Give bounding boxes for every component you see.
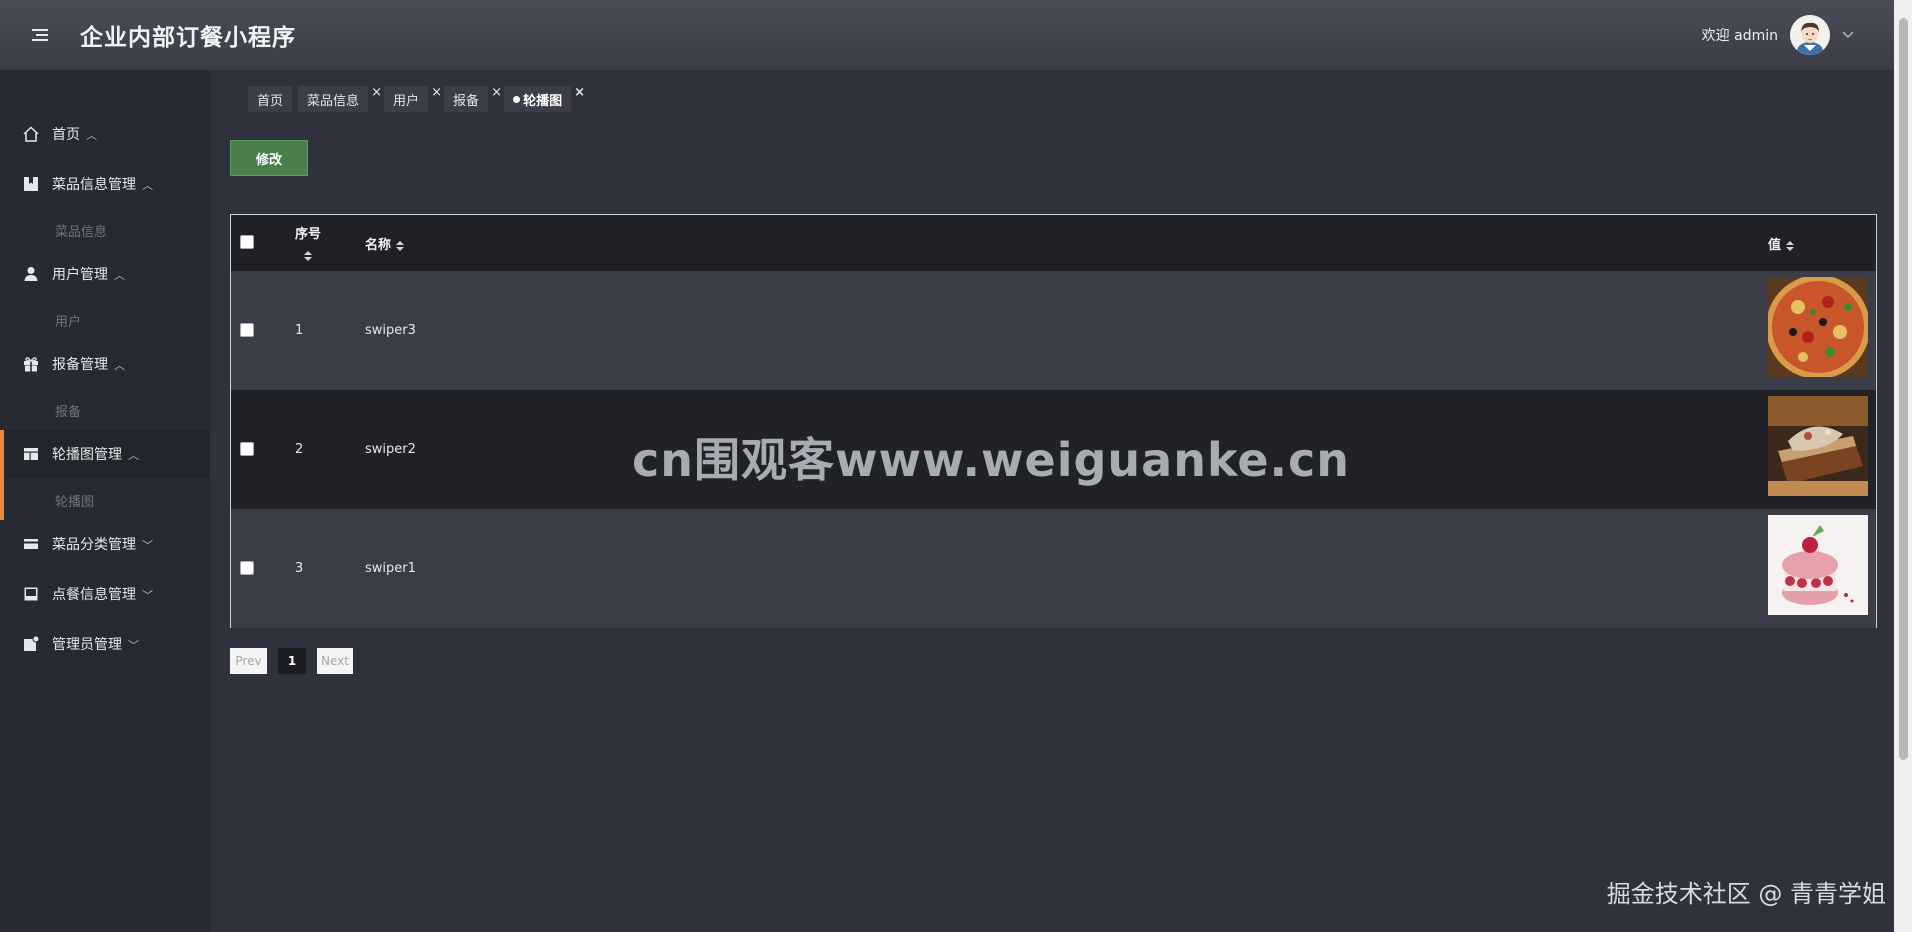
sidebar-subitem-users[interactable]: 用户: [55, 311, 81, 330]
chevron-up-icon: ︿: [142, 179, 153, 192]
tab-label: 用户: [393, 93, 420, 109]
row-name: swiper3: [365, 323, 416, 338]
tab-bar: 首页 菜品信息 × 用户 × 报备 × 轮播图 ×: [248, 85, 585, 112]
close-icon[interactable]: ×: [491, 85, 502, 100]
tab-dish-info[interactable]: 菜品信息 ×: [298, 85, 382, 112]
select-all-checkbox[interactable]: [240, 235, 254, 249]
row-index: 3: [295, 561, 304, 576]
row-index: 2: [295, 442, 304, 457]
tab-label: 轮播图: [523, 93, 563, 109]
sidebar-item-label: 点餐信息管理: [52, 587, 136, 603]
active-dot-icon: [513, 95, 521, 103]
sidebar-item-orders[interactable]: 点餐信息管理 ﹀: [0, 570, 210, 618]
inbox-icon: [24, 587, 38, 601]
sidebar-item-label: 菜品信息管理: [52, 177, 136, 193]
bookmark-icon: [24, 177, 38, 191]
sidebar-item-dish-category[interactable]: 菜品分类管理 ﹀: [0, 520, 210, 568]
sidebar: 首页 ︿ 菜品信息管理 ︿ 菜品信息 用户管理 ︿ 用户 报备管理 ︿ 报备 轮播图管理…: [0, 70, 210, 932]
carousel-table: 序号 名称 值 1 swiper3 2 swiper2 3 swiper1: [230, 214, 1877, 628]
row-checkbox[interactable]: [240, 323, 254, 337]
sidebar-item-dish-info[interactable]: 菜品信息管理 ︿: [0, 160, 210, 208]
column-header-index[interactable]: 序号: [295, 223, 321, 263]
chevron-down-icon: ﹀: [142, 539, 153, 552]
sort-icon[interactable]: [304, 250, 312, 261]
macaron-image[interactable]: [1768, 515, 1868, 615]
sidebar-subitem-carousel[interactable]: 轮播图: [55, 491, 94, 510]
column-label: 名称: [365, 238, 392, 253]
page-number-button[interactable]: 1: [278, 648, 306, 674]
chevron-up-icon: ︿: [114, 359, 125, 372]
app-title: 企业内部订餐小程序: [80, 25, 296, 51]
close-icon[interactable]: ×: [431, 85, 442, 100]
sidebar-item-label: 报备管理: [52, 357, 108, 373]
column-header-value[interactable]: 值: [1768, 234, 1795, 253]
tab-label: 菜品信息: [307, 93, 360, 109]
scrollbar-thumb[interactable]: [1899, 18, 1908, 760]
table-header: 序号 名称 值: [231, 215, 1876, 271]
pizza-image[interactable]: [1768, 277, 1868, 377]
table-icon: [24, 448, 38, 460]
tab-report[interactable]: 报备 ×: [444, 85, 502, 112]
tab-home[interactable]: 首页: [248, 86, 293, 112]
chevron-down-icon: ﹀: [128, 639, 139, 652]
chevron-up-icon: ︿: [86, 129, 97, 142]
sidebar-item-label: 管理员管理: [52, 637, 122, 653]
row-name: swiper1: [365, 561, 416, 576]
sidebar-item-report[interactable]: 报备管理 ︿: [0, 340, 210, 388]
column-header-name[interactable]: 名称: [365, 234, 405, 253]
watermark-corner: 掘金技术社区 @ 青青学姐: [1606, 880, 1886, 908]
sidebar-item-users[interactable]: 用户管理 ︿: [0, 250, 210, 298]
user-menu[interactable]: 欢迎 admin: [1702, 15, 1854, 55]
cake-image[interactable]: [1768, 396, 1868, 496]
row-index: 1: [295, 323, 304, 338]
sidebar-item-label: 菜品分类管理: [52, 537, 136, 553]
welcome-text: 欢迎 admin: [1701, 28, 1778, 44]
tab-users[interactable]: 用户 ×: [384, 85, 442, 112]
row-name: swiper2: [365, 442, 416, 457]
sidebar-subitem-dish-info[interactable]: 菜品信息: [55, 221, 107, 240]
admin-icon: [24, 635, 40, 651]
active-indicator: [0, 430, 4, 520]
next-page-button[interactable]: Next: [317, 648, 353, 674]
table-row[interactable]: 3 swiper1: [231, 509, 1876, 628]
tab-carousel[interactable]: 轮播图 ×: [504, 85, 585, 112]
avatar[interactable]: [1790, 15, 1830, 55]
column-label: 值: [1768, 238, 1782, 253]
sidebar-item-label: 首页: [52, 127, 80, 143]
menu-toggle-icon[interactable]: [32, 26, 54, 44]
row-checkbox[interactable]: [240, 561, 254, 575]
table-row[interactable]: 1 swiper3: [231, 271, 1876, 390]
edit-button[interactable]: 修改: [230, 140, 308, 176]
sidebar-subitem-report[interactable]: 报备: [55, 401, 81, 420]
tab-label: 报备: [453, 93, 480, 109]
close-icon[interactable]: ×: [574, 85, 585, 100]
gift-icon: [24, 357, 38, 372]
sidebar-item-admins[interactable]: 管理员管理 ﹀: [0, 620, 210, 668]
chevron-up-icon: ︿: [128, 449, 139, 462]
sort-icon[interactable]: [1786, 240, 1795, 251]
home-icon: [23, 126, 39, 142]
prev-page-button[interactable]: Prev: [230, 648, 267, 674]
user-icon: [24, 267, 38, 281]
sort-icon[interactable]: [396, 240, 405, 251]
row-checkbox[interactable]: [240, 442, 254, 456]
chevron-down-icon: ﹀: [142, 589, 153, 602]
watermark-center: cn围观客www.weiguanke.cn: [632, 433, 1351, 487]
tab-label: 首页: [257, 93, 284, 109]
card-icon: [24, 539, 38, 549]
sidebar-item-carousel[interactable]: 轮播图管理 ︿: [0, 430, 210, 478]
top-bar: 企业内部订餐小程序 欢迎 admin: [0, 0, 1894, 70]
sidebar-item-home[interactable]: 首页 ︿: [0, 110, 210, 158]
chevron-down-icon[interactable]: [1842, 28, 1854, 42]
sidebar-item-label: 轮播图管理: [52, 447, 122, 463]
chevron-up-icon: ︿: [114, 269, 125, 282]
close-icon[interactable]: ×: [371, 85, 382, 100]
sidebar-item-label: 用户管理: [52, 267, 108, 283]
column-label: 序号: [295, 227, 322, 242]
